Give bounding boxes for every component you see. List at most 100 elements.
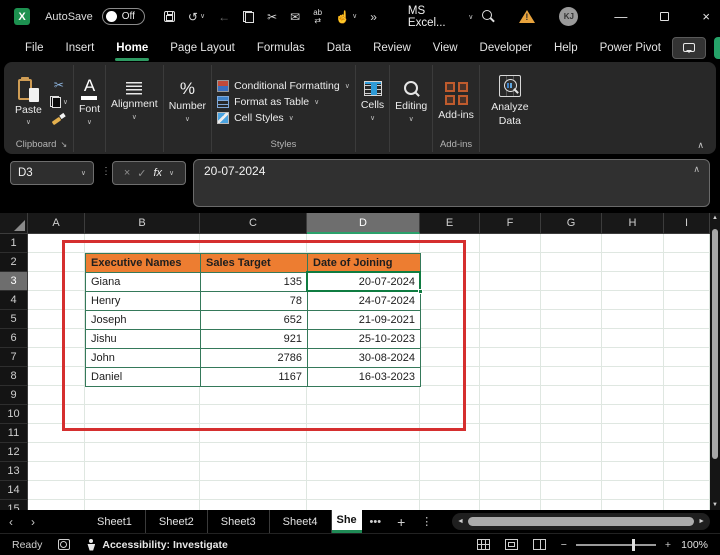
grid-cell[interactable] — [541, 310, 602, 329]
name-box[interactable]: D3 ∨ — [10, 161, 94, 185]
grid-cell[interactable] — [28, 367, 85, 386]
grid-cell[interactable] — [85, 386, 200, 405]
grid-cell[interactable] — [480, 367, 541, 386]
tab-help[interactable]: Help — [543, 37, 589, 59]
table-cell[interactable]: Jishu — [86, 330, 201, 349]
row-header-11[interactable]: 11 — [0, 424, 28, 443]
grid-cell[interactable] — [307, 481, 420, 500]
grid-cell[interactable] — [85, 405, 200, 424]
analyze-data-icon[interactable] — [499, 75, 521, 97]
more-sheets-button[interactable]: ••• — [362, 516, 390, 528]
grid-cell[interactable] — [28, 234, 85, 253]
grid-cell[interactable] — [602, 405, 664, 424]
grid-cell[interactable] — [85, 424, 200, 443]
grid-cell[interactable] — [602, 234, 664, 253]
accessibility-status[interactable]: Accessibility: Investigate — [86, 539, 227, 551]
grid-cell[interactable] — [602, 367, 664, 386]
grid-cell[interactable] — [200, 405, 307, 424]
table-cell[interactable]: 78 — [201, 292, 308, 311]
grid-cell[interactable] — [85, 462, 200, 481]
grid-cell[interactable] — [480, 481, 541, 500]
grid-cell[interactable] — [307, 443, 420, 462]
grid-cell[interactable] — [28, 310, 85, 329]
grid-cell[interactable] — [28, 386, 85, 405]
grid-cell[interactable] — [28, 329, 85, 348]
grid-cell[interactable] — [28, 405, 85, 424]
vertical-scroll-thumb[interactable] — [712, 229, 718, 459]
column-header-i[interactable]: I — [664, 213, 710, 234]
table-cell[interactable]: 25-10-2023 — [308, 330, 421, 349]
row-header-4[interactable]: 4 — [0, 291, 28, 310]
table-cell[interactable]: 652 — [201, 311, 308, 330]
copy-button[interactable] — [243, 11, 254, 23]
macro-record-icon[interactable] — [58, 539, 70, 550]
search-icon[interactable] — [482, 10, 495, 23]
grid-cell[interactable] — [420, 329, 480, 348]
column-header-h[interactable]: H — [602, 213, 664, 234]
grid-cell[interactable] — [200, 481, 307, 500]
column-header-g[interactable]: G — [541, 213, 602, 234]
zoom-out-button[interactable]: − — [561, 539, 567, 551]
table-header-cell[interactable]: Executive Names — [86, 254, 201, 273]
email-button[interactable]: ✉ — [290, 11, 300, 23]
table-cell[interactable]: 20-07-2024 — [308, 273, 421, 292]
grid-cell[interactable] — [420, 253, 480, 272]
grid-cell[interactable] — [664, 424, 710, 443]
page-break-view-button[interactable] — [533, 539, 546, 550]
table-cell[interactable]: Henry — [86, 292, 201, 311]
tab-view[interactable]: View — [422, 37, 469, 59]
tab-data[interactable]: Data — [316, 37, 362, 59]
grid-cell[interactable] — [602, 424, 664, 443]
number-group[interactable]: % Number ∨ — [164, 65, 212, 152]
autosave-toggle[interactable]: Off — [102, 8, 145, 25]
column-header-d[interactable]: D — [307, 213, 420, 234]
sheet-tab-sheet3[interactable]: Sheet3 — [208, 510, 270, 533]
normal-view-button[interactable] — [477, 539, 490, 550]
grid-cell[interactable] — [541, 348, 602, 367]
column-header-c[interactable]: C — [200, 213, 307, 234]
copy-ribbon-button[interactable]: ∨ — [50, 96, 68, 108]
grid-cell[interactable] — [480, 500, 541, 510]
grid-cell[interactable] — [307, 424, 420, 443]
format-painter-button[interactable] — [52, 113, 65, 125]
cell-styles-button[interactable]: Cell Styles ∨ — [217, 112, 294, 124]
row-header-14[interactable]: 14 — [0, 481, 28, 500]
warning-icon[interactable] — [519, 10, 535, 23]
grid-cell[interactable] — [28, 424, 85, 443]
grid-cell[interactable] — [541, 443, 602, 462]
tab-file[interactable]: File — [14, 37, 55, 59]
grid-cell[interactable] — [602, 348, 664, 367]
grid-cell[interactable] — [85, 234, 200, 253]
grid-cell[interactable] — [28, 481, 85, 500]
table-cell[interactable]: Giana — [86, 273, 201, 292]
grid-cell[interactable] — [480, 424, 541, 443]
grid-cell[interactable] — [307, 405, 420, 424]
grid-cell[interactable] — [480, 405, 541, 424]
row-header-10[interactable]: 10 — [0, 405, 28, 424]
table-cell[interactable]: John — [86, 349, 201, 368]
minimize-button[interactable]: — — [614, 10, 627, 23]
grid-cell[interactable] — [664, 310, 710, 329]
grid-cell[interactable] — [541, 405, 602, 424]
cut-ribbon-button[interactable]: ✂ — [54, 79, 64, 91]
grid-cell[interactable] — [480, 234, 541, 253]
grid-cell[interactable] — [420, 462, 480, 481]
formula-input[interactable]: 20-07-2024 ∧ — [193, 159, 710, 207]
tab-formulas[interactable]: Formulas — [246, 37, 316, 59]
grid-cell[interactable] — [28, 348, 85, 367]
cells-group[interactable]: Cells ∨ — [356, 65, 390, 152]
column-header-e[interactable]: E — [420, 213, 480, 234]
grid-cell[interactable] — [480, 253, 541, 272]
grid-cell[interactable] — [664, 348, 710, 367]
grid-cell[interactable] — [664, 443, 710, 462]
column-header-f[interactable]: F — [480, 213, 541, 234]
sheet-tab-sheet2[interactable]: Sheet2 — [146, 510, 208, 533]
grid-cell[interactable] — [602, 291, 664, 310]
grid-cell[interactable] — [602, 386, 664, 405]
grid-cell[interactable] — [602, 443, 664, 462]
grid-cell[interactable] — [602, 272, 664, 291]
grid-cell[interactable] — [664, 500, 710, 510]
grid-cell[interactable] — [28, 462, 85, 481]
grid-cell[interactable] — [420, 272, 480, 291]
sheet-options-button[interactable]: ⋮ — [413, 515, 440, 528]
